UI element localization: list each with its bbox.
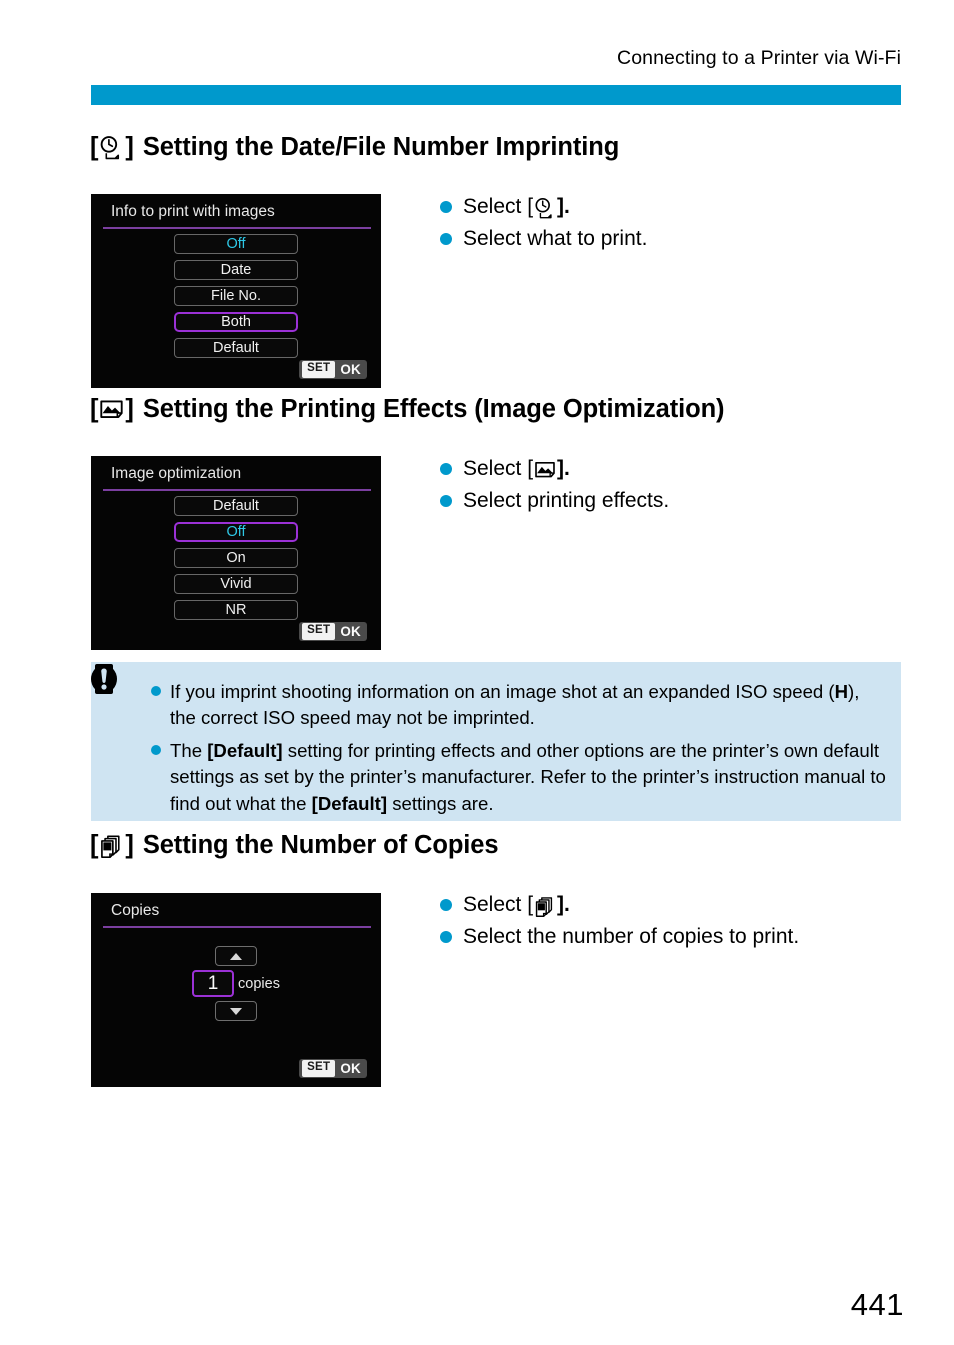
copies-screen: Copies 1 copies SET OK <box>91 893 381 1087</box>
increment-button[interactable] <box>215 946 257 966</box>
step-text-prefix: Select [ <box>463 195 534 218</box>
info-to-print-screen: Info to print with images Off Date File … <box>91 194 381 388</box>
step-text-suffix: ]. <box>557 893 570 916</box>
set-chip-label: SET <box>302 623 336 640</box>
date-imprint-icon <box>99 135 124 160</box>
caution-list: If you imprint shooting information on a… <box>151 679 887 823</box>
copies-value-field[interactable]: 1 <box>192 970 235 997</box>
screen-title: Image optimization <box>111 465 242 482</box>
caution-item-text: The [Default] setting for printing effec… <box>170 739 886 814</box>
bullet-dot-icon <box>440 201 452 213</box>
screen-title-underline <box>103 227 371 229</box>
caution-item: The [Default] setting for printing effec… <box>151 738 887 817</box>
copies-unit-label: copies <box>238 975 280 992</box>
step-text-prefix: Select [ <box>463 457 534 480</box>
set-ok-button[interactable]: SET OK <box>299 622 367 641</box>
option-on[interactable]: On <box>174 548 298 568</box>
steps-number-of-copies: Select [ ]. Select the number of copies … <box>440 891 799 956</box>
page-number: 441 <box>850 1287 904 1322</box>
running-head: Connecting to a Printer via Wi-Fi <box>617 47 901 69</box>
option-list: Default Off On Vivid NR <box>91 496 381 626</box>
heading-close-bracket: ] <box>125 831 134 859</box>
option-both[interactable]: Both <box>174 312 298 332</box>
screen-title: Copies <box>111 902 160 919</box>
image-optimization-screen: Image optimization Default Off On Vivid … <box>91 456 381 650</box>
section-title-text: Setting the Number of Copies <box>142 831 499 859</box>
option-off[interactable]: Off <box>174 234 298 254</box>
screen-title-underline <box>103 926 371 928</box>
image-optimization-icon <box>534 459 556 481</box>
heading-open-bracket: [ <box>90 133 99 161</box>
caution-box: If you imprint shooting information on a… <box>91 662 901 821</box>
step-text-suffix: ]. <box>557 457 570 480</box>
section-title-text: Setting the Printing Effects (Image Opti… <box>142 395 725 423</box>
step-item: Select the number of copies to print. <box>440 923 799 951</box>
image-optimization-icon <box>99 397 124 422</box>
steps-printing-effects: Select [ ]. Select printing effects. <box>440 455 669 520</box>
bullet-dot-icon <box>440 233 452 246</box>
set-chip-label: SET <box>302 1060 336 1077</box>
heading-open-bracket: [ <box>90 831 99 859</box>
step-item: Select [ ]. <box>440 193 647 221</box>
decrement-button[interactable] <box>215 1001 257 1021</box>
steps-date-file-number: Select [ ]. Select what to print. <box>440 193 647 258</box>
copies-stepper: 1 copies <box>91 946 381 1021</box>
option-default[interactable]: Default <box>174 496 298 516</box>
option-file-no[interactable]: File No. <box>174 286 298 306</box>
heading-close-bracket: ] <box>125 133 134 161</box>
step-text-prefix: Select printing effects. <box>463 489 670 513</box>
chevron-down-icon <box>230 1007 242 1015</box>
copies-count-row: 1 copies <box>192 970 280 997</box>
bullet-dot-icon <box>440 899 452 911</box>
set-ok-button[interactable]: SET OK <box>299 360 367 379</box>
step-item: Select what to print. <box>440 225 647 253</box>
option-default[interactable]: Default <box>174 338 298 358</box>
ok-label: OK <box>340 1060 361 1076</box>
step-item: Select printing effects. <box>440 487 669 515</box>
copies-icon <box>534 895 556 918</box>
option-vivid[interactable]: Vivid <box>174 574 298 594</box>
section-heading-date-file-number: [ ] Setting the Date/File Number Imprint… <box>90 133 619 162</box>
step-text-prefix: Select the number of copies to print. <box>463 925 800 949</box>
chevron-up-icon <box>230 952 242 960</box>
section-heading-printing-effects: [ ] Setting the Printing Effects (Image … <box>90 395 725 424</box>
option-off[interactable]: Off <box>174 522 298 542</box>
bullet-dot-icon <box>440 463 452 475</box>
caution-item: If you imprint shooting information on a… <box>151 679 887 732</box>
section-title-text: Setting the Date/File Number Imprinting <box>142 133 620 161</box>
step-text-prefix: Select what to print. <box>463 227 648 251</box>
screen-title: Info to print with images <box>111 203 275 220</box>
bullet-dot-icon <box>440 931 452 944</box>
step-item: Select [ ]. <box>440 891 799 919</box>
step-text-suffix: ]. <box>557 195 570 218</box>
ok-label: OK <box>340 623 361 639</box>
caution-exclamation-icon <box>88 662 120 696</box>
heading-open-bracket: [ <box>90 395 99 423</box>
manual-page: Connecting to a Printer via Wi-Fi [ ] Se… <box>0 0 954 1345</box>
screen-title-underline <box>103 489 371 491</box>
heading-close-bracket: ] <box>125 395 134 423</box>
set-chip-label: SET <box>302 361 336 378</box>
ok-label: OK <box>340 361 361 377</box>
option-list: Off Date File No. Both Default <box>91 234 381 364</box>
bullet-dot-icon <box>151 686 161 696</box>
date-imprint-icon <box>534 197 556 219</box>
step-item: Select [ ]. <box>440 455 669 483</box>
section-heading-number-of-copies: [ ] Setting the Number of Copies <box>90 831 499 860</box>
step-text-prefix: Select [ <box>463 893 534 916</box>
header-rule <box>91 85 901 105</box>
set-ok-button[interactable]: SET OK <box>299 1059 367 1078</box>
bullet-dot-icon <box>151 744 161 755</box>
option-date[interactable]: Date <box>174 260 298 280</box>
option-nr[interactable]: NR <box>174 600 298 620</box>
copies-icon <box>99 833 124 858</box>
caution-item-text: If you imprint shooting information on a… <box>170 681 860 729</box>
bullet-dot-icon <box>440 495 452 508</box>
